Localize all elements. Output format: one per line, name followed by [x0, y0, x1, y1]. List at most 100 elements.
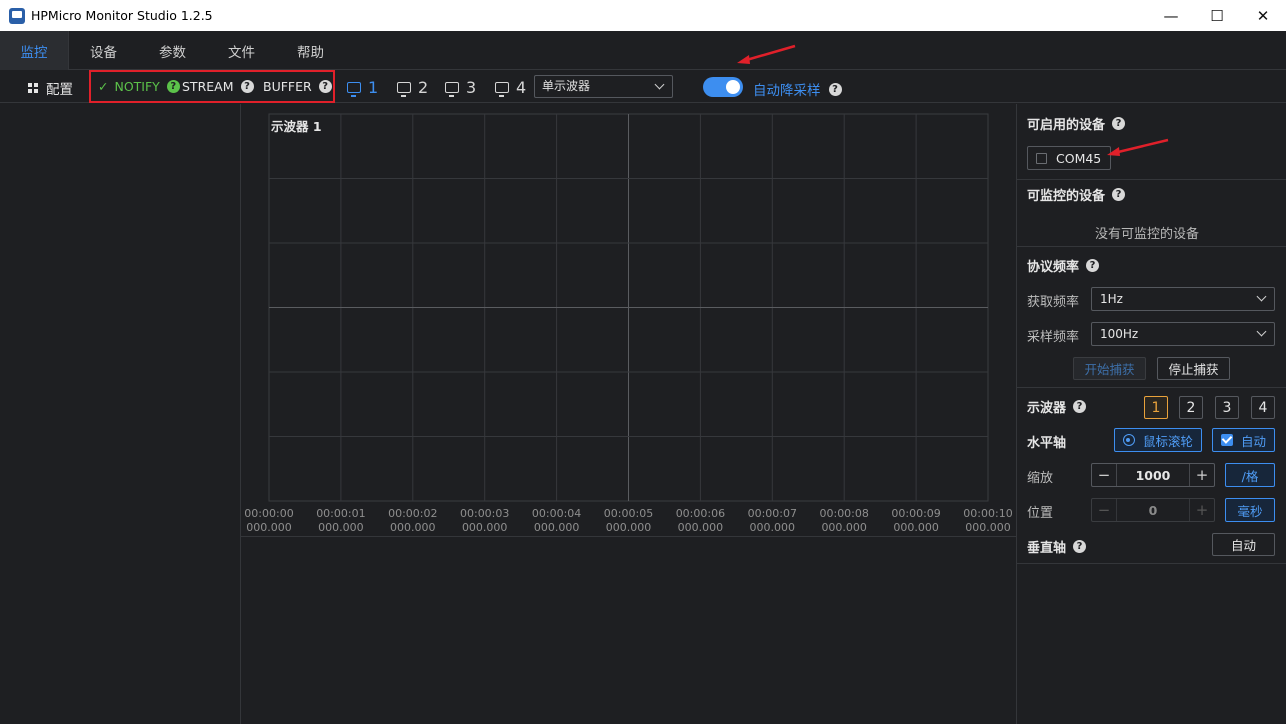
auto-downsample-toggle[interactable]: [703, 77, 743, 97]
x-tick-label: 00:00:05: [604, 507, 653, 520]
com-port-label: COM45: [1056, 150, 1102, 166]
stream-label: STREAM: [182, 79, 234, 94]
position-stepper[interactable]: − 0 +: [1091, 498, 1215, 522]
mouse-wheel-label: 鼠标滚轮: [1142, 433, 1193, 449]
x-tick-label: 000.000: [606, 521, 652, 534]
mode-notify[interactable]: ✓ NOTIFY ?: [98, 79, 180, 94]
checkbox-icon: [1036, 152, 1047, 164]
scope-select-2[interactable]: 2: [1179, 396, 1203, 419]
position-unit-button[interactable]: 毫秒: [1225, 498, 1275, 522]
x-tick-label: 000.000: [965, 521, 1011, 534]
help-icon[interactable]: ?: [1112, 117, 1126, 130]
radio-icon: [1122, 434, 1135, 446]
mouse-wheel-radio[interactable]: 鼠标滚轮: [1114, 428, 1202, 452]
oscilloscope-chart[interactable]: 00:00:00 000.000 00:00:01 000.000 00:00:02 00…: [241, 104, 1016, 537]
tab-help[interactable]: 帮助: [276, 31, 345, 70]
auto-checkbox[interactable]: 自动: [1212, 428, 1275, 452]
x-tick-label: 000.000: [893, 521, 939, 534]
x-tick-label: 000.000: [390, 521, 436, 534]
x-tick-label: 000.000: [750, 521, 796, 534]
sample-frequency-value: 100Hz: [1100, 327, 1139, 341]
help-icon[interactable]: ?: [1073, 540, 1087, 553]
help-icon[interactable]: ?: [1112, 188, 1126, 201]
monitor-icon: [347, 82, 361, 97]
monitorable-devices-label: 可监控的设备: [1027, 189, 1106, 204]
scope-select-1[interactable]: 1: [1144, 396, 1168, 419]
scope-4-button[interactable]: 4: [495, 78, 526, 97]
minimize-button[interactable]: —: [1148, 0, 1194, 31]
chevron-down-icon: [654, 79, 665, 90]
vertical-auto-button[interactable]: 自动: [1212, 533, 1275, 556]
config-button[interactable]: 配置: [28, 78, 73, 98]
x-tick-label: 000.000: [678, 521, 724, 534]
minus-icon[interactable]: −: [1092, 499, 1116, 521]
x-tick-label: 00:00:09: [891, 507, 940, 520]
scope-1-label: 1: [368, 78, 379, 97]
zoom-label: 缩放: [1027, 471, 1054, 486]
scope-select-3[interactable]: 3: [1215, 396, 1239, 419]
app-icon: [9, 7, 25, 24]
close-button[interactable]: ✕: [1240, 0, 1286, 31]
help-icon[interactable]: ?: [166, 80, 180, 93]
position-label: 位置: [1027, 506, 1054, 521]
plus-icon[interactable]: +: [1190, 464, 1214, 486]
com-port-checkbox[interactable]: COM45: [1027, 146, 1111, 170]
notify-label: NOTIFY: [114, 79, 160, 94]
zoom-value[interactable]: 1000: [1116, 464, 1190, 486]
vertical-axis-label: 垂直轴: [1027, 541, 1067, 556]
protocol-frequency-label: 协议频率: [1027, 260, 1080, 275]
fetch-frequency-select[interactable]: 1Hz: [1091, 287, 1275, 311]
grid-icon: [28, 82, 39, 94]
help-icon[interactable]: ?: [1073, 400, 1087, 413]
sample-frequency-select[interactable]: 100Hz: [1091, 322, 1275, 346]
monitor-icon: [495, 82, 509, 97]
tab-device[interactable]: 设备: [69, 31, 138, 70]
x-tick-label: 00:00:04: [532, 507, 581, 520]
scope-2-button[interactable]: 2: [397, 78, 428, 97]
left-panel: [0, 104, 241, 724]
x-tick-label: 00:00:03: [460, 507, 509, 520]
divider: [1017, 246, 1286, 247]
x-tick-label: 000.000: [821, 521, 867, 534]
help-icon[interactable]: ?: [828, 82, 842, 96]
sample-frequency-label: 采样频率: [1027, 330, 1080, 345]
help-icon[interactable]: ?: [1086, 259, 1100, 272]
zoom-unit-button[interactable]: /格: [1225, 463, 1275, 487]
minus-icon[interactable]: −: [1092, 464, 1116, 486]
chart-canvas: 00:00:00000.00000:00:01000.00000:00:0200…: [244, 113, 1013, 534]
plus-icon[interactable]: +: [1190, 499, 1214, 521]
scope-3-button[interactable]: 3: [445, 78, 476, 97]
scope-3-label: 3: [466, 78, 477, 97]
horizontal-axis-title: 水平轴: [1027, 436, 1067, 451]
scope-title: 示波器 ?: [1027, 397, 1087, 416]
maximize-button[interactable]: ☐: [1194, 0, 1240, 31]
tab-params[interactable]: 参数: [138, 31, 207, 70]
x-tick-label: 00:00:07: [748, 507, 797, 520]
chevron-down-icon: [1256, 326, 1267, 337]
mode-stream[interactable]: STREAM ?: [182, 79, 254, 94]
start-capture-button[interactable]: 开始捕获: [1073, 357, 1146, 380]
scope-layout-value: 单示波器: [542, 79, 591, 93]
tab-monitor[interactable]: 监控: [0, 31, 69, 70]
position-value[interactable]: 0: [1116, 499, 1190, 521]
monitorable-devices-title: 可监控的设备 ?: [1027, 185, 1126, 204]
scope-1-button[interactable]: 1: [347, 78, 378, 97]
zoom-stepper[interactable]: − 1000 +: [1091, 463, 1215, 487]
buffer-label: BUFFER: [263, 79, 312, 94]
x-tick-label: 00:00:02: [388, 507, 437, 520]
x-tick-label: 000.000: [318, 521, 364, 534]
divider: [1017, 179, 1286, 180]
scope-select-4[interactable]: 4: [1251, 396, 1275, 419]
help-icon[interactable]: ?: [240, 80, 254, 93]
mode-buffer[interactable]: BUFFER ?: [263, 79, 332, 94]
scope-label: 示波器: [1027, 401, 1067, 416]
tab-file[interactable]: 文件: [207, 31, 276, 70]
help-icon[interactable]: ?: [318, 80, 332, 93]
available-devices-title: 可启用的设备 ?: [1027, 114, 1126, 133]
stop-capture-button[interactable]: 停止捕获: [1157, 357, 1230, 380]
menu-bar: 监控 设备 参数 文件 帮助: [0, 31, 1286, 70]
divider: [1017, 563, 1286, 564]
chart-title: 示波器 1: [271, 119, 322, 134]
auto-label: 自动: [1240, 433, 1266, 449]
scope-layout-select[interactable]: 单示波器: [534, 75, 673, 98]
